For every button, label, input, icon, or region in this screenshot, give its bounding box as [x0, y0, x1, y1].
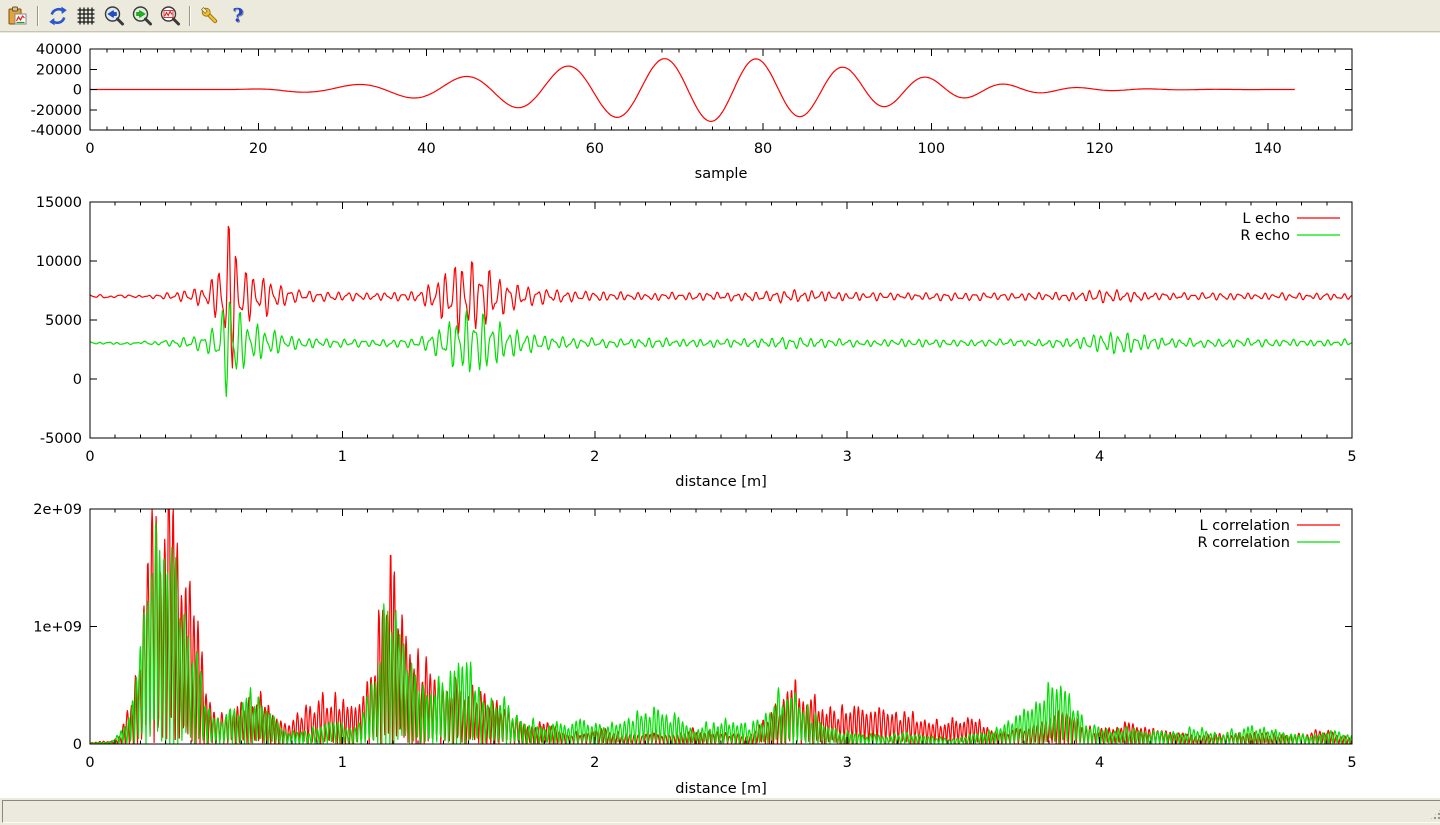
- svg-text:4: 4: [1095, 449, 1104, 465]
- wrench-icon: [199, 5, 221, 27]
- svg-text:5000: 5000: [45, 313, 82, 329]
- series-group: [90, 226, 1352, 396]
- svg-text:?: ?: [232, 5, 243, 27]
- svg-text:120: 120: [1086, 141, 1114, 157]
- svg-text:20000: 20000: [36, 62, 82, 78]
- svg-text:15000: 15000: [36, 195, 82, 211]
- svg-text:0: 0: [73, 83, 82, 99]
- copy-plot-icon: [7, 5, 29, 27]
- svg-text:-20000: -20000: [31, 103, 82, 119]
- autoscale-button[interactable]: [156, 3, 184, 29]
- svg-text:10000: 10000: [36, 254, 82, 270]
- svg-text:2: 2: [590, 449, 599, 465]
- svg-text:40000: 40000: [36, 42, 82, 58]
- plot-canvas[interactable]: 020406080100120140-40000-200000200004000…: [0, 33, 1440, 798]
- svg-text:1: 1: [338, 755, 347, 771]
- series-r-echo: [90, 302, 1352, 396]
- svg-text:distance [m]: distance [m]: [675, 474, 767, 490]
- help-question-icon: ? ?: [227, 5, 249, 27]
- status-bar: [2, 800, 1440, 823]
- svg-text:L echo: L echo: [1242, 211, 1290, 227]
- svg-text:60: 60: [586, 141, 604, 157]
- svg-text:-40000: -40000: [31, 123, 82, 139]
- plot-frame: [90, 202, 1352, 438]
- svg-text:-5000: -5000: [40, 431, 82, 447]
- svg-text:40: 40: [417, 141, 435, 157]
- series-group: [90, 509, 1352, 744]
- resize-grip[interactable]: [1429, 808, 1440, 821]
- svg-text:R echo: R echo: [1240, 228, 1290, 244]
- grid-icon: [75, 5, 97, 27]
- svg-text:5: 5: [1347, 449, 1356, 465]
- plot-frame: [90, 509, 1352, 744]
- svg-text:3: 3: [843, 449, 852, 465]
- svg-text:4: 4: [1095, 755, 1104, 771]
- replot-refresh-icon: [47, 5, 69, 27]
- svg-text:0: 0: [85, 755, 94, 771]
- zoom-next-button[interactable]: [128, 3, 156, 29]
- svg-text:100: 100: [917, 141, 945, 157]
- zoom-previous-icon: [103, 5, 125, 27]
- svg-text:R correlation: R correlation: [1198, 535, 1291, 551]
- svg-text:5: 5: [1347, 755, 1356, 771]
- svg-text:20: 20: [249, 141, 267, 157]
- svg-text:1: 1: [338, 449, 347, 465]
- svg-text:3: 3: [843, 755, 852, 771]
- help-button[interactable]: ? ?: [224, 3, 252, 29]
- toolbar-separator: [189, 6, 191, 26]
- zoom-next-icon: [131, 5, 153, 27]
- svg-text:sample: sample: [695, 166, 748, 182]
- svg-text:0: 0: [73, 737, 82, 753]
- svg-text:140: 140: [1254, 141, 1282, 157]
- gnuplot-window: { "window": { "background": "#ece9dd", "…: [0, 0, 1440, 825]
- plots-svg: 020406080100120140-40000-200000200004000…: [0, 33, 1440, 798]
- svg-text:L correlation: L correlation: [1200, 518, 1291, 534]
- toggle-grid-button[interactable]: [72, 3, 100, 29]
- replot-button[interactable]: [44, 3, 72, 29]
- svg-text:1e+09: 1e+09: [33, 620, 82, 636]
- series-l-correlation: [90, 509, 1352, 744]
- svg-text:2: 2: [590, 755, 599, 771]
- autoscale-plot-icon: [159, 5, 181, 27]
- svg-text:80: 80: [754, 141, 772, 157]
- svg-text:distance [m]: distance [m]: [675, 781, 767, 797]
- toolbar-separator: [37, 6, 39, 26]
- configure-button[interactable]: [196, 3, 224, 29]
- toolbar: ? ?: [0, 0, 1440, 32]
- svg-text:0: 0: [85, 141, 94, 157]
- svg-text:2e+09: 2e+09: [33, 502, 82, 518]
- series-pulse: [90, 59, 1295, 122]
- svg-text:0: 0: [73, 372, 82, 388]
- zoom-previous-button[interactable]: [100, 3, 128, 29]
- copy-to-clipboard-button[interactable]: [4, 3, 32, 29]
- series-group: [90, 59, 1295, 122]
- svg-text:0: 0: [85, 449, 94, 465]
- series-r-correlation: [90, 523, 1352, 744]
